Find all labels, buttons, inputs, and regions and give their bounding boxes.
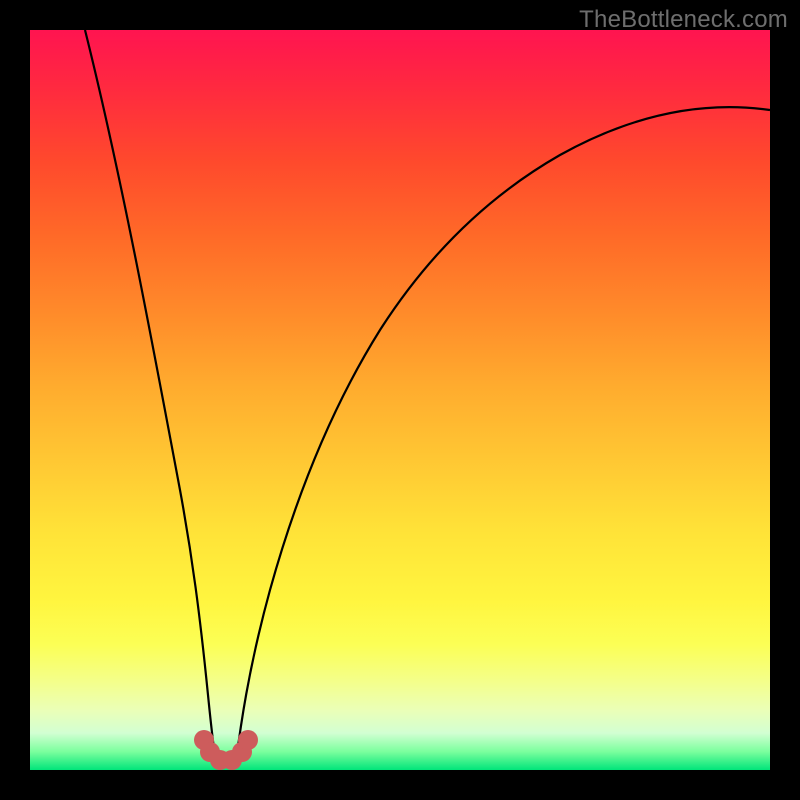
bottleneck-curve [30, 30, 770, 770]
curve-right-branch [236, 107, 770, 762]
chart-frame: TheBottleneck.com [0, 0, 800, 800]
plot-area [30, 30, 770, 770]
curve-left-branch [85, 30, 216, 762]
